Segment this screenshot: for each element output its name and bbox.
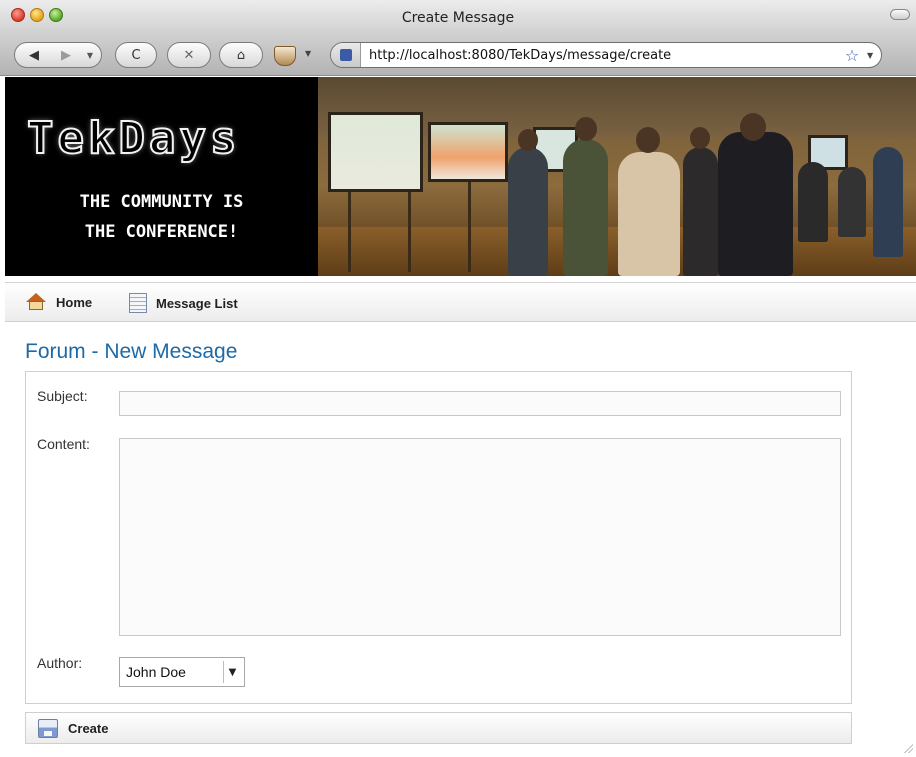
back-button[interactable]: ◀ [19, 44, 49, 66]
tagline-line-2: THE CONFERENCE! [84, 222, 239, 242]
photo-person-head [690, 127, 710, 149]
window-title: Create Message [401, 10, 515, 26]
nav-home-link[interactable]: Home [25, 293, 92, 311]
photo-person [838, 167, 866, 237]
nav-message-list-link[interactable]: Message List [129, 293, 238, 313]
author-label: Author: [37, 655, 83, 671]
photo-easel-leg [408, 192, 411, 272]
photo-person-head [740, 113, 766, 141]
author-select[interactable]: John Doe ▼ [119, 657, 245, 687]
tagline-line-1: THE COMMUNITY IS [79, 192, 244, 212]
photo-person-head [636, 127, 660, 153]
photo-person [508, 147, 548, 276]
create-button[interactable]: Create [38, 719, 108, 738]
address-bar: ☆ ▼ [330, 42, 882, 68]
site-logo: TekDays [26, 112, 241, 165]
conference-photo [318, 77, 916, 276]
bookmark-star-icon[interactable]: ☆ [837, 46, 867, 65]
site-favicon-icon[interactable] [331, 43, 361, 67]
create-button-label: Create [68, 721, 109, 736]
stop-button[interactable]: ✕ [167, 42, 211, 68]
subject-input[interactable] [119, 391, 841, 416]
photo-person [618, 152, 680, 276]
site-tagline: THE COMMUNITY IS THE CONFERENCE! [5, 187, 318, 247]
page-nav: Home Message List [5, 282, 916, 322]
document-icon [129, 293, 147, 313]
chevron-down-icon: ▼ [223, 661, 241, 683]
url-input[interactable] [361, 44, 837, 66]
window-resize-grip[interactable] [903, 743, 913, 753]
house-icon [25, 293, 47, 311]
stop-icon: ✕ [183, 47, 195, 63]
photo-person [563, 139, 608, 276]
author-selected-value: John Doe [126, 664, 186, 680]
plugin-dropdown-icon[interactable]: ▼ [305, 49, 311, 58]
java-plugin-icon[interactable] [274, 46, 296, 66]
save-icon [38, 719, 58, 738]
form-button-bar: Create [25, 712, 852, 744]
photo-poster [328, 112, 423, 192]
toolbar-toggle-button[interactable] [890, 9, 910, 20]
page-title: Forum - New Message [25, 340, 238, 363]
forward-button[interactable]: ▶ [51, 44, 81, 66]
reload-button[interactable]: C [115, 42, 157, 68]
photo-person [873, 147, 903, 257]
photo-person [683, 147, 718, 276]
window-titlebar: Create Message [0, 0, 916, 36]
home-icon: ⌂ [236, 47, 246, 63]
browser-home-button[interactable]: ⌂ [219, 42, 263, 68]
reload-icon: C [131, 47, 141, 63]
back-forward-control: ◀ ▶ ▼ [14, 42, 102, 68]
photo-person [798, 162, 828, 242]
photo-person [718, 132, 793, 276]
bookmark-dropdown-icon[interactable]: ▼ [867, 51, 881, 60]
photo-easel-leg [348, 192, 351, 272]
photo-easel-leg [468, 182, 471, 272]
photo-poster [428, 122, 508, 182]
message-form: Subject: Content: Author: John Doe ▼ [25, 371, 852, 704]
history-dropdown-button[interactable]: ▼ [83, 51, 97, 60]
content-label: Content: [37, 436, 90, 452]
photo-person-head [575, 117, 597, 141]
site-banner: TekDays THE COMMUNITY IS THE CONFERENCE! [5, 77, 916, 276]
nav-message-list-label: Message List [156, 295, 238, 311]
logo-area: TekDays THE COMMUNITY IS THE CONFERENCE! [5, 77, 318, 276]
browser-toolbar: ◀ ▶ ▼ C ✕ ⌂ ▼ ☆ ▼ [0, 36, 916, 76]
content-textarea[interactable] [119, 438, 841, 636]
nav-home-label: Home [56, 294, 93, 310]
photo-person-head [518, 129, 538, 151]
subject-label: Subject: [37, 388, 88, 404]
